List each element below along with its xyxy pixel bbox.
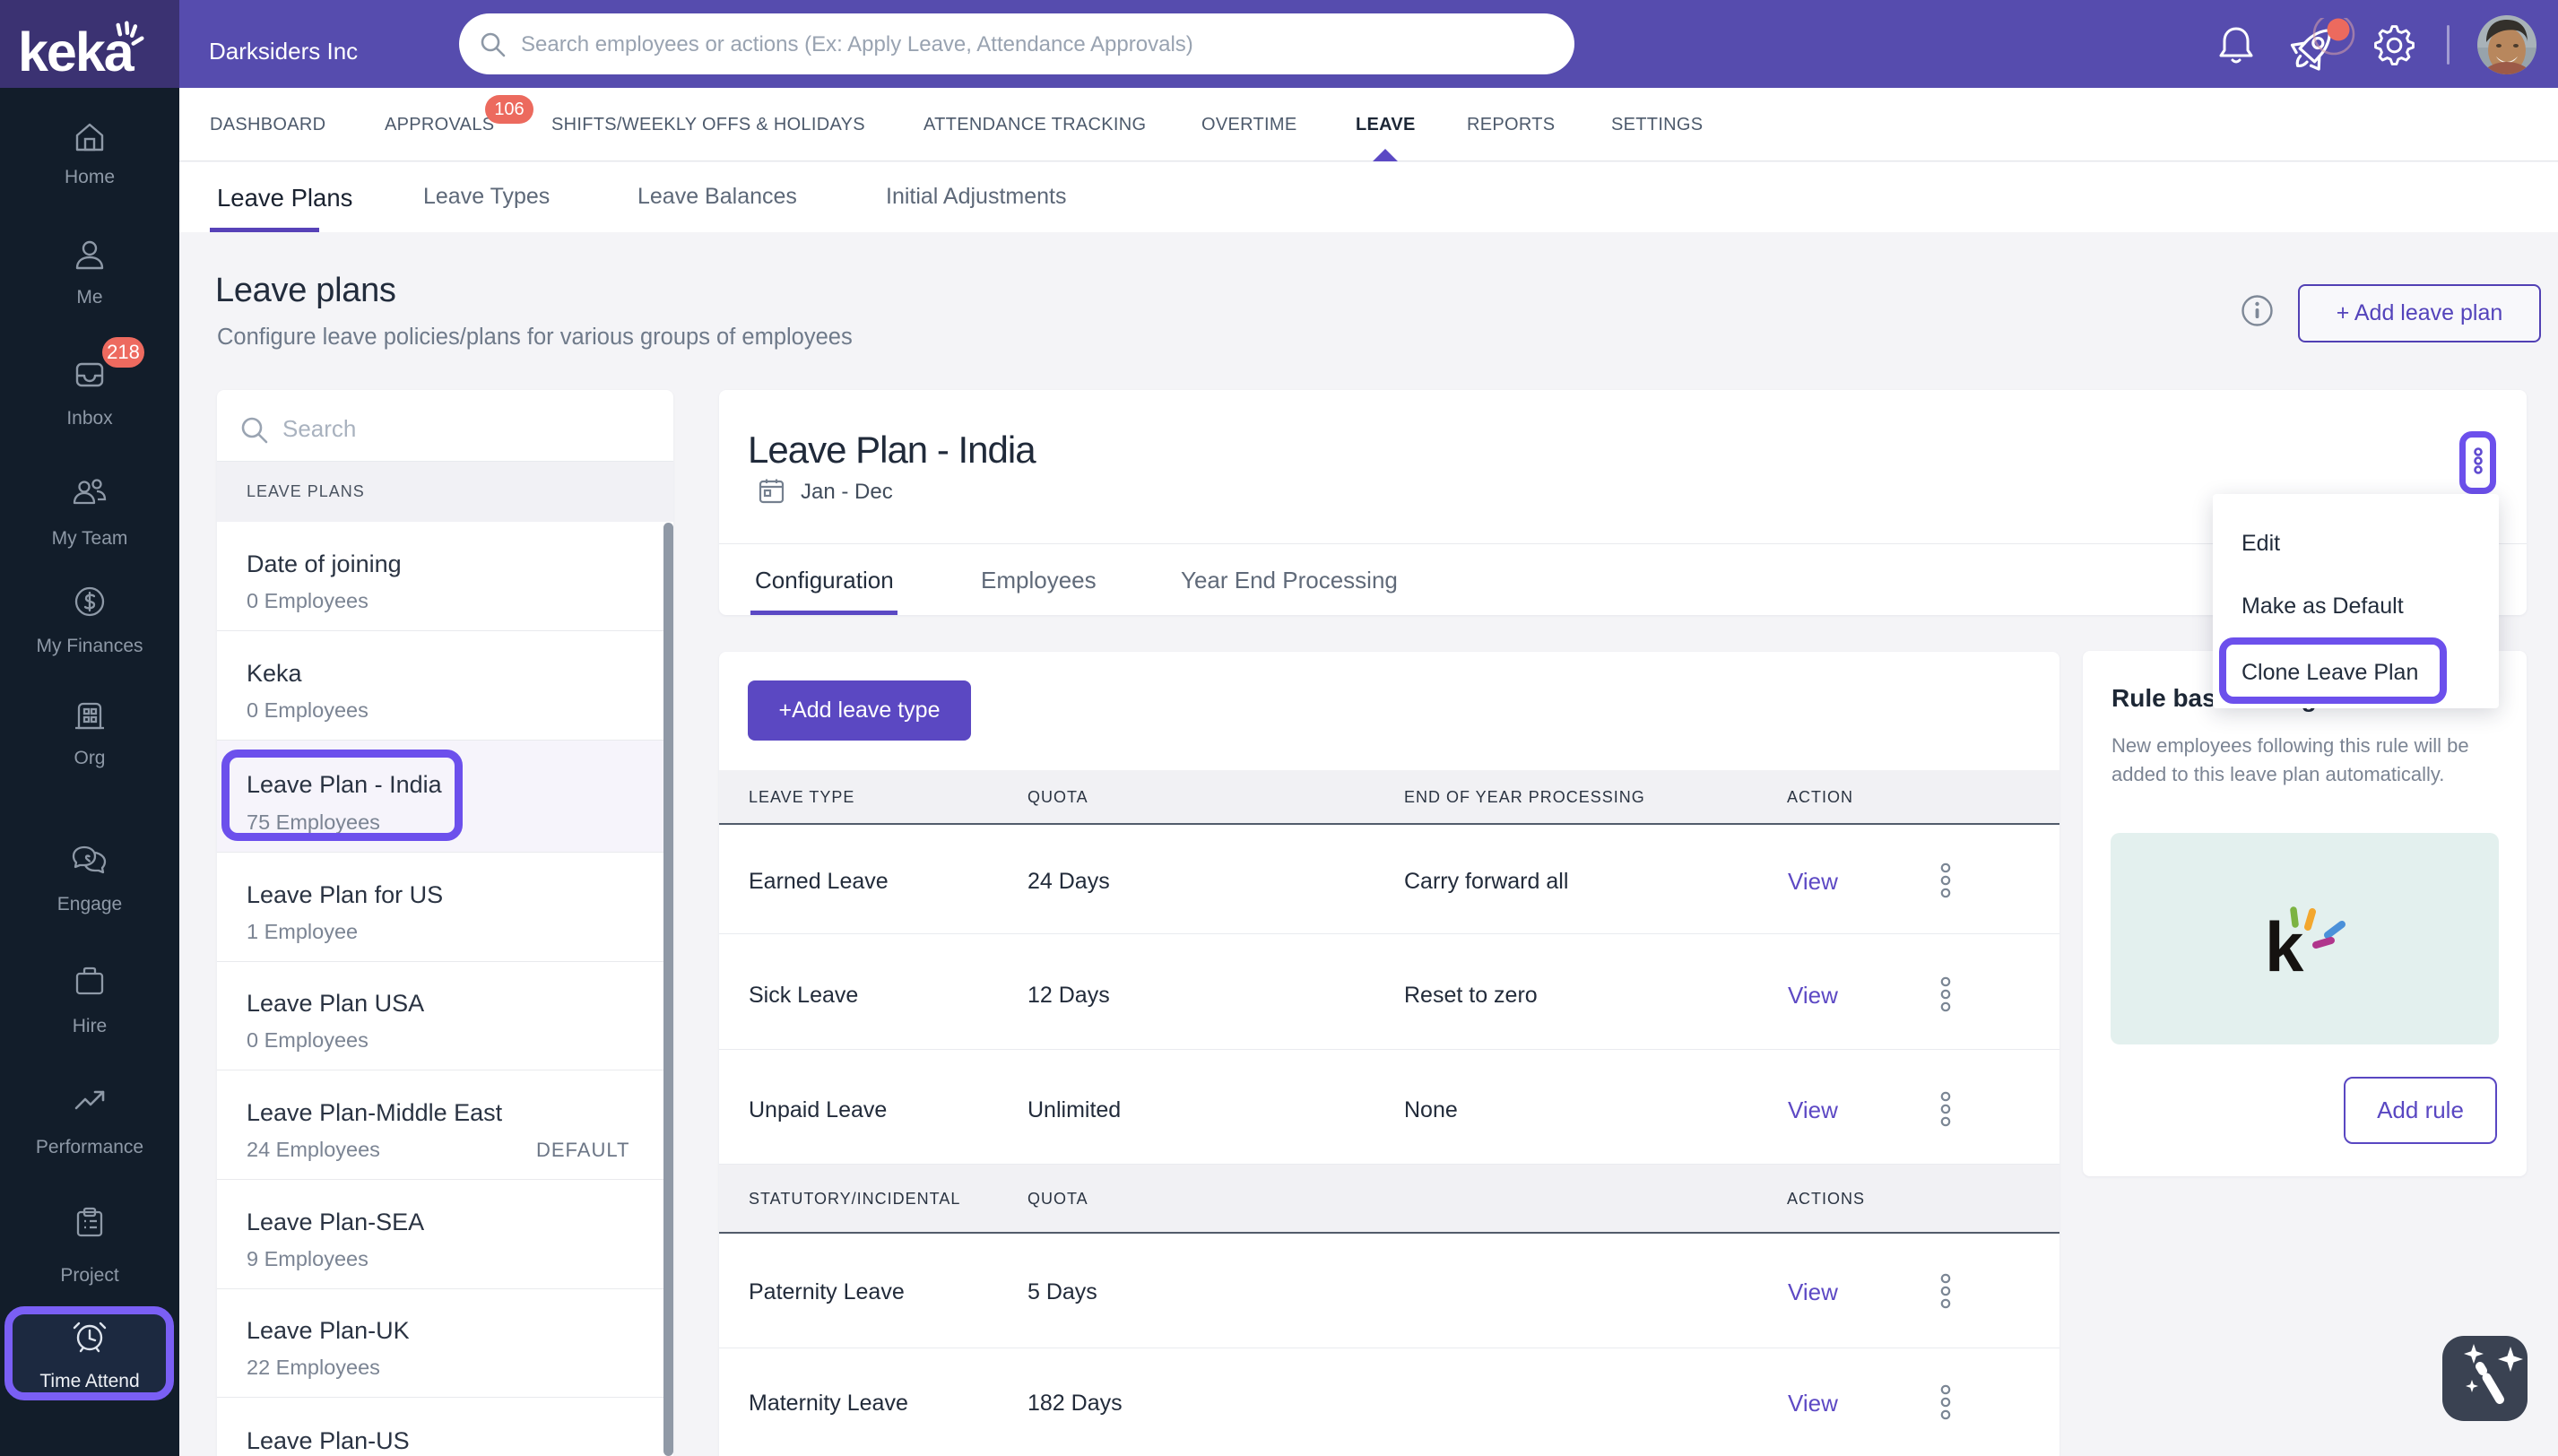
svg-text:k: k: [2265, 907, 2304, 981]
